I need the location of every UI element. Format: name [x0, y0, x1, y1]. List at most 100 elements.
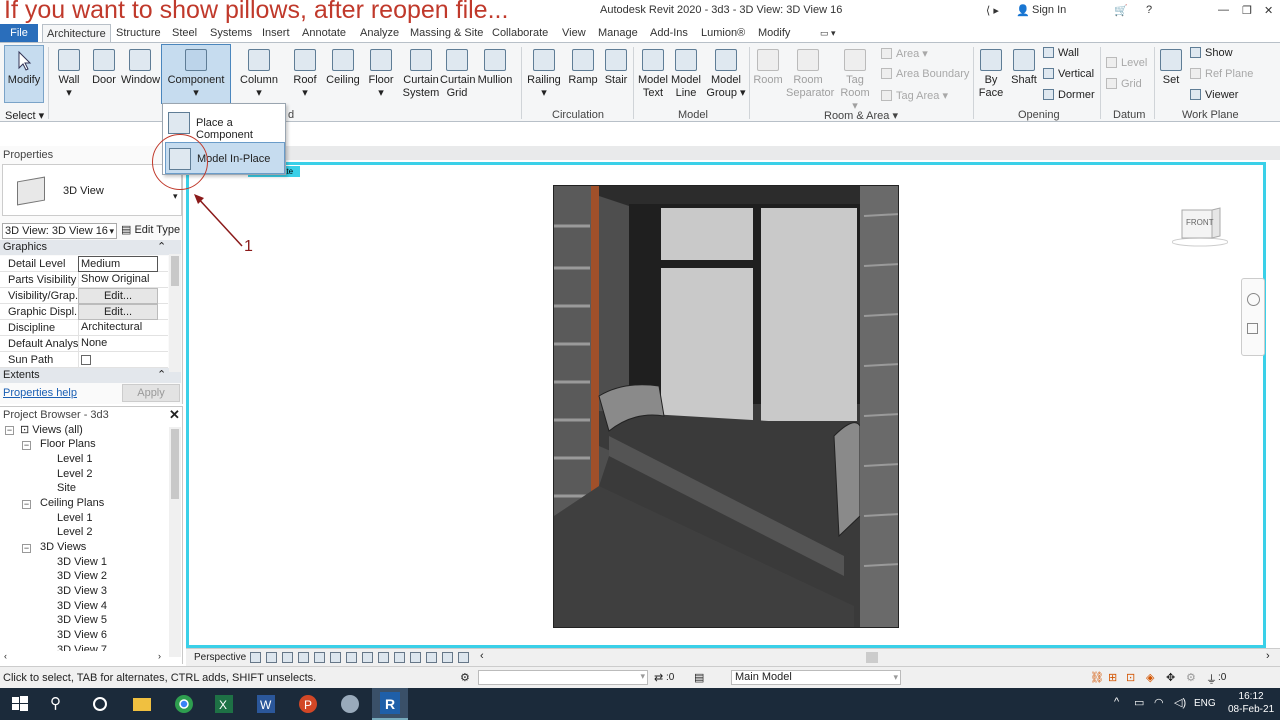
filter-icon[interactable]: ⏚ [1206, 671, 1217, 687]
area-boundary-button[interactable]: Area Boundary [881, 68, 969, 80]
detail-level-icon[interactable] [250, 652, 261, 663]
door-button[interactable]: Door [90, 49, 118, 87]
zoom-icon[interactable] [1247, 323, 1258, 334]
tree-item[interactable]: Level 1 [57, 512, 92, 524]
search-icon[interactable]: ⚲ [50, 692, 74, 716]
edit-type-button[interactable]: ▤ Edit Type [121, 223, 180, 236]
tab-modify[interactable]: Modify [754, 24, 794, 42]
sun-path-checkbox[interactable] [81, 355, 91, 365]
powerpoint-icon[interactable]: P [296, 692, 320, 716]
show-button[interactable]: Show [1190, 47, 1233, 59]
collapse-toggle[interactable]: − [22, 441, 31, 450]
detail-level-field[interactable]: Medium [78, 256, 158, 272]
discipline-field[interactable]: Architectural [78, 320, 158, 336]
select-pinned-icon[interactable]: ⊡ [1126, 671, 1135, 684]
steering-wheel-icon[interactable] [1247, 293, 1260, 306]
type-dropdown-arrow-icon[interactable]: ▾ [173, 191, 178, 202]
parts-visibility-field[interactable]: Show Original [78, 272, 158, 288]
reveal-hidden-icon[interactable] [394, 652, 405, 663]
tab-add-ins[interactable]: Add-Ins [646, 24, 692, 42]
curtain-grid-button[interactable]: Curtain Grid [440, 49, 475, 100]
restore-button[interactable]: ❐ [1242, 4, 1252, 17]
task-view-icon[interactable] [88, 692, 112, 716]
highlight-displacement-icon[interactable] [426, 652, 437, 663]
chevron-up-icon[interactable]: ^ [1114, 696, 1119, 708]
language-indicator[interactable]: ENG [1194, 698, 1216, 709]
lock-view-icon[interactable] [362, 652, 373, 663]
horizontal-scroll-thumb[interactable] [866, 652, 878, 663]
level-button[interactable]: Level [1106, 57, 1147, 69]
worksharing-display-icon[interactable] [458, 652, 469, 663]
windows-start-icon[interactable] [8, 692, 32, 716]
railing-button[interactable]: Railing ▾ [526, 49, 562, 100]
temp-hide-icon[interactable] [378, 652, 389, 663]
worksets-icon[interactable]: ⚙ [460, 671, 470, 684]
revit-taskbar-button[interactable]: R [372, 688, 408, 720]
modify-button[interactable]: Modify [4, 45, 44, 103]
tab-massing-site[interactable]: Massing & Site [406, 24, 487, 42]
tab-structure[interactable]: Structure [112, 24, 165, 42]
close-icon[interactable]: ✕ [169, 407, 180, 423]
reveal-constraints-icon[interactable] [442, 652, 453, 663]
shadows-icon[interactable] [298, 652, 309, 663]
tree-item[interactable]: 3D View 7 [57, 644, 107, 651]
opening-wall-button[interactable]: Wall [1043, 47, 1079, 59]
tab-options-icon[interactable]: ▭ ▾ [816, 24, 840, 42]
model-line-button[interactable]: Model Line [670, 49, 702, 100]
sun-path-icon[interactable] [282, 652, 293, 663]
tree-item[interactable]: 3D View 2 [57, 570, 107, 582]
tree-item[interactable]: 3D View 6 [57, 629, 107, 641]
clock[interactable]: 16:12 08-Feb-21 [1228, 690, 1274, 716]
network-icon[interactable]: ▭ [1134, 696, 1144, 709]
minimize-button[interactable]: — [1218, 4, 1229, 16]
tree-item[interactable]: Level 2 [57, 468, 92, 480]
ceiling-button[interactable]: Ceiling [325, 49, 361, 87]
default-analysis-field[interactable]: None [78, 336, 158, 352]
scroll-thumb[interactable] [171, 429, 179, 499]
stair-button[interactable]: Stair [602, 49, 630, 87]
analytical-model-icon[interactable] [410, 652, 421, 663]
select-by-face-icon[interactable]: ◈ [1146, 671, 1154, 684]
tree-item[interactable]: 3D View 3 [57, 585, 107, 597]
room-render[interactable] [553, 185, 899, 628]
tree-item[interactable]: Level 1 [57, 453, 92, 465]
tab-collaborate[interactable]: Collaborate [488, 24, 552, 42]
tree-3d-views[interactable]: 3D Views [40, 541, 86, 553]
tree-item[interactable]: 3D View 5 [57, 614, 107, 626]
collapse-toggle[interactable]: − [5, 426, 14, 435]
component-button[interactable]: Component ▾ [161, 44, 231, 104]
area-button[interactable]: Area ▾ [881, 47, 928, 60]
ref-plane-button[interactable]: Ref Plane [1190, 68, 1253, 80]
view-instance-select[interactable]: 3D View: 3D View 16 ▾ [2, 223, 117, 239]
app-icon[interactable] [338, 692, 362, 716]
wall-button[interactable]: Wall ▾ [56, 49, 82, 100]
file-explorer-icon[interactable] [130, 692, 154, 716]
select-links-icon[interactable]: ⛓ [1090, 671, 1104, 684]
viewcube[interactable]: FRONT [1171, 206, 1229, 250]
scroll-left-icon[interactable]: ‹ [4, 651, 7, 661]
volume-icon[interactable]: ◁) [1174, 696, 1186, 709]
drag-elements-icon[interactable]: ✥ [1166, 671, 1175, 684]
select-dropdown[interactable]: Select ▾ [5, 109, 44, 122]
apply-button[interactable]: Apply [122, 384, 180, 402]
workset-select[interactable]: ▾ [478, 670, 648, 685]
tree-item[interactable]: Site [57, 482, 76, 494]
tree-item[interactable]: Level 2 [57, 526, 92, 538]
tab-steel[interactable]: Steel [168, 24, 201, 42]
show-crop-icon[interactable] [346, 652, 357, 663]
word-icon[interactable]: W [254, 692, 278, 716]
column-button[interactable]: Column ▾ [240, 49, 278, 100]
tab-systems[interactable]: Systems [206, 24, 256, 42]
editable-only-icon[interactable]: ⇄ [654, 671, 663, 684]
select-underlay-icon[interactable]: ⊞ [1108, 671, 1117, 684]
tree-floor-plans[interactable]: Floor Plans [40, 438, 96, 450]
model-group-button[interactable]: Model Group ▾ [706, 49, 746, 100]
tab-file[interactable]: File [0, 24, 38, 42]
render-icon[interactable] [314, 652, 325, 663]
tree-ceiling-plans[interactable]: Ceiling Plans [40, 497, 104, 509]
scroll-left-icon[interactable]: ‹ [480, 650, 484, 662]
cart-icon[interactable]: 🛒 [1114, 4, 1128, 17]
properties-help-link[interactable]: Properties help [3, 387, 77, 399]
graphics-section-header[interactable]: Graphics ⌃ [0, 240, 181, 255]
extents-section-header[interactable]: Extents ⌃ [0, 368, 181, 383]
